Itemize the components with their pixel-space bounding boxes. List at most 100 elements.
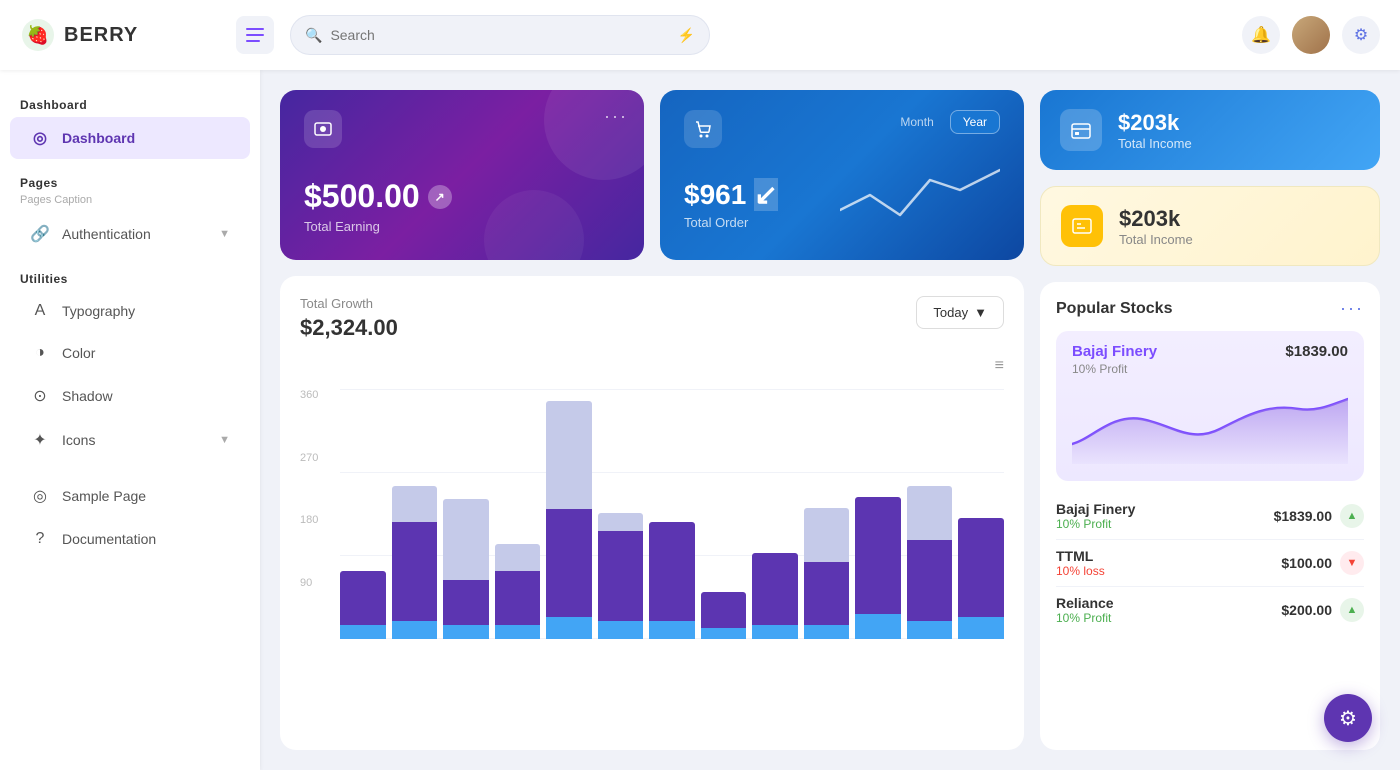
earning-trend-icon: ↗ xyxy=(428,185,452,209)
filter-icon[interactable]: ⚡ xyxy=(678,27,695,44)
bar-group xyxy=(546,389,592,639)
bar-light xyxy=(392,486,438,522)
documentation-icon: ? xyxy=(30,530,50,548)
bar-purple xyxy=(443,580,489,625)
bar-group xyxy=(340,389,386,639)
sidebar-sample-label: Sample Page xyxy=(62,488,230,504)
sidebar-item-shadow[interactable]: ⊙ Shadow xyxy=(10,375,250,417)
bar-group xyxy=(958,389,1004,639)
earning-amount: $500.00 ↗ xyxy=(304,178,620,215)
stock-row: TTML10% loss$100.00▼ xyxy=(1056,540,1364,587)
search-bar: 🔍 ⚡ xyxy=(290,15,710,55)
bar-group xyxy=(701,389,747,639)
bajaj-profit: 10% Profit xyxy=(1072,362,1348,376)
stocks-more-icon[interactable]: ··· xyxy=(1340,298,1364,319)
sidebar-item-color[interactable]: ◑ Color xyxy=(10,333,250,373)
search-icon: 🔍 xyxy=(305,27,322,44)
sample-page-icon: ◎ xyxy=(30,486,50,506)
stock-row: Reliance10% Profit$200.00▲ xyxy=(1056,587,1364,633)
sidebar-typography-label: Typography xyxy=(62,303,230,319)
sidebar-item-documentation[interactable]: ? Documentation xyxy=(10,519,250,559)
topbar: 🍓 BERRY 🔍 ⚡ 🔔 ⚙ xyxy=(0,0,1400,70)
avatar[interactable] xyxy=(1292,16,1330,54)
order-card: Month Year $961 ↙ Total Order xyxy=(660,90,1024,260)
bar-group xyxy=(443,389,489,639)
chart-title: Total Growth xyxy=(300,296,398,311)
bar-purple xyxy=(598,531,644,621)
bar-blue xyxy=(649,621,695,639)
main-layout: Dashboard ◎ Dashboard Pages Pages Captio… xyxy=(0,70,1400,770)
stocks-card: Popular Stocks ··· Bajaj Finery $1839.00… xyxy=(1040,282,1380,750)
sidebar-item-typography[interactable]: A Typography xyxy=(10,291,250,331)
svg-text:🍓: 🍓 xyxy=(27,24,49,45)
stock-name: Reliance xyxy=(1056,595,1114,611)
trend-up-icon: ▲ xyxy=(1340,598,1364,622)
stock-price: $200.00 xyxy=(1281,602,1332,618)
bajaj-chart xyxy=(1072,384,1348,469)
bar-blue xyxy=(958,617,1004,639)
bars-wrapper xyxy=(340,389,1004,639)
year-toggle-button[interactable]: Year xyxy=(950,110,1000,134)
fab-icon: ⚙ xyxy=(1339,706,1357,731)
month-toggle-button[interactable]: Month xyxy=(888,110,945,134)
right-column: $203k Total Income $203k Total Income xyxy=(1040,90,1380,750)
bar-group xyxy=(804,389,850,639)
avatar-image xyxy=(1292,16,1330,54)
stock-name: TTML xyxy=(1056,548,1105,564)
earning-card-dots[interactable]: ··· xyxy=(604,106,628,127)
stock-change: 10% loss xyxy=(1056,564,1105,578)
notification-button[interactable]: 🔔 xyxy=(1242,16,1280,54)
sidebar-item-dashboard[interactable]: ◎ Dashboard xyxy=(10,117,250,159)
sidebar-docs-label: Documentation xyxy=(62,531,230,547)
bar-light xyxy=(495,544,541,571)
order-amount: $961 ↙ xyxy=(684,178,778,211)
sidebar-item-authentication[interactable]: 🔗 Authentication ▼ xyxy=(10,213,250,255)
y-axis: 360 270 180 90 xyxy=(300,379,318,639)
order-card-inner: Month Year xyxy=(684,110,1000,148)
earning-label: Total Earning xyxy=(304,219,620,234)
sidebar-pages-caption: Pages Caption xyxy=(0,194,260,212)
order-label: Total Order xyxy=(684,215,778,230)
earning-card-icon xyxy=(304,110,342,148)
income-blue-label: Total Income xyxy=(1118,136,1192,151)
order-card-icon xyxy=(684,110,722,148)
bar-group xyxy=(649,389,695,639)
chart-menu-icon[interactable]: ≡ xyxy=(995,357,1004,375)
bar-blue xyxy=(907,621,953,639)
topbar-right: 🔔 ⚙ xyxy=(1242,16,1380,54)
dashboard-icon: ◎ xyxy=(30,128,50,148)
auth-icon: 🔗 xyxy=(30,224,50,244)
fab-button[interactable]: ⚙ xyxy=(1324,694,1372,742)
bar-purple xyxy=(907,540,953,621)
chevron-down-icon: ▼ xyxy=(219,228,230,240)
bar-purple xyxy=(546,509,592,617)
sidebar-item-icons[interactable]: ✦ Icons ▼ xyxy=(10,419,250,461)
bar-purple xyxy=(392,522,438,621)
chart-controls: ≡ xyxy=(300,357,1004,375)
stock-price: $100.00 xyxy=(1281,555,1332,571)
app-name: BERRY xyxy=(64,24,138,47)
content-area: ··· $500.00 ↗ Total Earning xyxy=(260,70,1400,770)
stocks-header: Popular Stocks ··· xyxy=(1056,298,1364,319)
income-blue-card: $203k Total Income xyxy=(1040,90,1380,170)
today-button[interactable]: Today ▼ xyxy=(916,296,1004,329)
bar-blue xyxy=(443,625,489,639)
hamburger-button[interactable] xyxy=(236,16,274,54)
settings-button[interactable]: ⚙ xyxy=(1342,16,1380,54)
bar-light xyxy=(443,499,489,580)
bar-group xyxy=(752,389,798,639)
main-column: ··· $500.00 ↗ Total Earning xyxy=(280,90,1024,750)
bar-blue xyxy=(752,625,798,639)
bar-purple xyxy=(752,553,798,625)
stock-change: 10% Profit xyxy=(1056,517,1135,531)
bar-blue xyxy=(340,625,386,639)
bar-light xyxy=(804,508,850,562)
search-input[interactable] xyxy=(330,27,669,43)
bajaj-chart-box: Bajaj Finery $1839.00 10% Profit xyxy=(1056,331,1364,481)
bar-purple xyxy=(495,571,541,625)
chevron-icons-icon: ▼ xyxy=(219,434,230,446)
bar-blue xyxy=(392,621,438,639)
top-cards-row: ··· $500.00 ↗ Total Earning xyxy=(280,90,1024,260)
sidebar-icons-label: Icons xyxy=(62,432,207,448)
sidebar-item-sample-page[interactable]: ◎ Sample Page xyxy=(10,475,250,517)
